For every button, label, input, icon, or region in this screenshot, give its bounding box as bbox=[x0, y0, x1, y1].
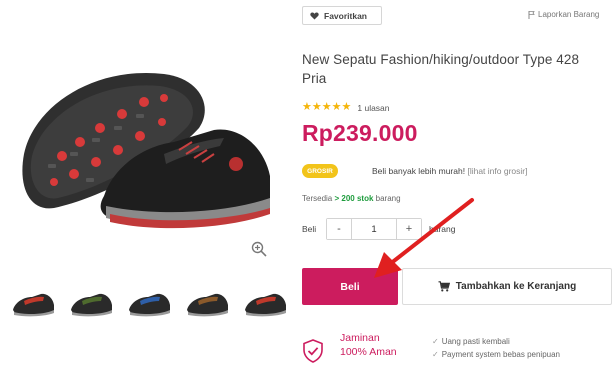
review-count[interactable]: 1 ulasan bbox=[357, 103, 389, 113]
quantity-unit: barang bbox=[429, 224, 456, 234]
report-label: Laporkan Barang bbox=[538, 10, 600, 19]
increase-button[interactable]: + bbox=[397, 219, 421, 239]
decrease-button[interactable]: - bbox=[327, 219, 351, 239]
thumbnail-strip bbox=[8, 282, 290, 328]
cart-icon bbox=[438, 281, 450, 292]
shield-check-icon bbox=[303, 339, 323, 363]
star-icon: ★ bbox=[311, 101, 322, 113]
flag-icon bbox=[528, 10, 535, 19]
star-icon: ★ bbox=[302, 101, 312, 113]
heart-icon bbox=[310, 11, 319, 20]
add-to-cart-label: Tambahkan ke Keranjang bbox=[455, 281, 577, 292]
add-to-cart-button[interactable]: Tambahkan ke Keranjang bbox=[402, 268, 612, 305]
check-icon: ✓ bbox=[432, 350, 439, 359]
quantity-input[interactable] bbox=[351, 219, 397, 239]
shoe-icon bbox=[187, 293, 228, 317]
star-icon: ★ bbox=[331, 101, 342, 113]
quantity-row: Beli - + barang bbox=[302, 218, 455, 240]
stock-value: > 200 stok bbox=[334, 194, 374, 203]
favorite-button[interactable]: Favoritkan bbox=[302, 6, 382, 25]
guarantee-feature: ✓ Payment system bebas penipuan bbox=[432, 348, 560, 361]
zoom-icon[interactable] bbox=[250, 240, 268, 258]
star-icon: ★ bbox=[341, 101, 352, 113]
stock-prefix: Tersedia bbox=[302, 194, 333, 203]
product-info: Favoritkan Laporkan Barang New Sepatu Fa… bbox=[302, 0, 612, 366]
shoe-icon bbox=[71, 293, 112, 317]
shoe-icon bbox=[245, 293, 286, 317]
thumb-shoe-red-2[interactable] bbox=[240, 282, 290, 324]
wholesale-text: Beli banyak lebih murah! bbox=[372, 166, 466, 176]
wholesale-info-link[interactable]: [lihat info grosir] bbox=[467, 166, 527, 176]
stock-suffix: barang bbox=[375, 194, 401, 203]
thumb-shoe-green[interactable] bbox=[66, 282, 116, 324]
favorite-label: Favoritkan bbox=[324, 10, 367, 21]
report-item-link[interactable]: Laporkan Barang bbox=[528, 10, 599, 19]
shoe-icon bbox=[13, 293, 54, 317]
star-icon: ★ bbox=[321, 101, 332, 113]
guarantee-feature-text: Uang pasti kembali bbox=[441, 337, 510, 346]
buy-button[interactable]: Beli bbox=[302, 268, 398, 305]
stock-info: Tersedia > 200 stok barang bbox=[302, 194, 401, 203]
product-gallery bbox=[0, 0, 290, 366]
shoe-icon bbox=[129, 293, 170, 317]
check-icon: ✓ bbox=[432, 337, 439, 346]
guarantee-title-line2: 100% Aman bbox=[340, 346, 397, 358]
shoe-main-image[interactable] bbox=[14, 46, 276, 238]
product-title: New Sepatu Fashion/hiking/outdoor Type 4… bbox=[302, 52, 580, 86]
quantity-stepper: - + bbox=[326, 218, 422, 240]
guarantee-title-line1: Jaminan bbox=[340, 332, 380, 344]
thumb-shoe-red[interactable] bbox=[8, 282, 58, 324]
thumb-shoe-brown[interactable] bbox=[182, 282, 232, 324]
product-price: Rp239.000 bbox=[302, 120, 418, 146]
safety-guarantee: Jaminan 100% Aman ✓ Uang pasti kembali ✓ Pa… bbox=[302, 331, 612, 366]
guarantee-feature-text: Payment system bebas penipuan bbox=[441, 350, 560, 359]
star-rating: ★ ★ ★ ★ ★ bbox=[302, 102, 351, 113]
guarantee-features: ✓ Uang pasti kembali ✓ Payment system bebas… bbox=[432, 335, 560, 361]
guarantee-title: Jaminan 100% Aman bbox=[340, 331, 397, 359]
wholesale-info: Beli banyak lebih murah! [lihat info gro… bbox=[372, 166, 527, 176]
quantity-label: Beli bbox=[302, 224, 317, 234]
thumb-shoe-blue[interactable] bbox=[124, 282, 174, 324]
product-rating[interactable]: ★ ★ ★ ★ ★ 1 ulasan bbox=[302, 102, 390, 113]
wholesale-badge: GROSIR bbox=[302, 164, 338, 178]
wholesale-row: GROSIR Beli banyak lebih murah! [lihat i… bbox=[302, 164, 612, 178]
guarantee-feature: ✓ Uang pasti kembali bbox=[432, 335, 560, 348]
